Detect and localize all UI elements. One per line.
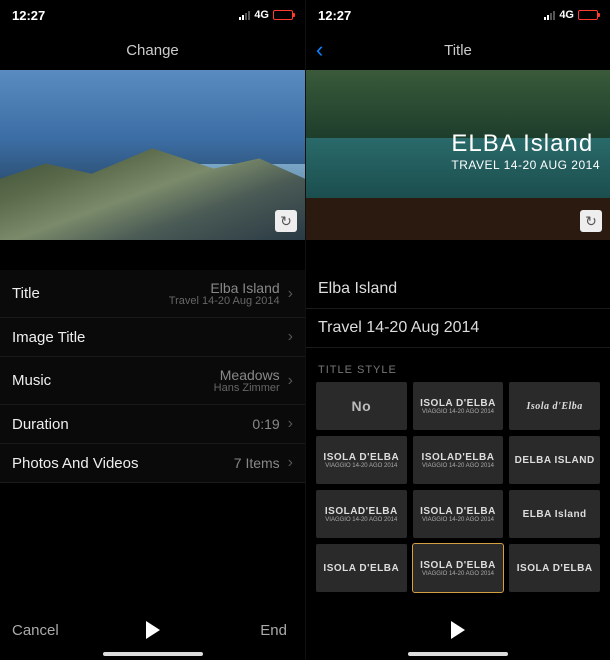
network-label: 4G: [559, 9, 574, 21]
title-input[interactable]: Elba Island: [306, 270, 610, 309]
title-style-tile[interactable]: No: [316, 382, 407, 430]
title-style-tile[interactable]: ISOLA D'ELBAVIAGGIO 14-20 AGO 2014: [413, 544, 504, 592]
overlay-subtitle-text: TRAVEL 14-20 AUG 2014: [451, 158, 600, 172]
style-tile-subtitle: VIAGGIO 14-20 AGO 2014: [422, 517, 494, 523]
chevron-right-icon: ›: [288, 328, 293, 346]
end-button[interactable]: End: [260, 622, 287, 639]
style-tile-title: ISOLA D'ELBA: [323, 452, 399, 463]
section-title-style: TITLE STYLE: [306, 348, 610, 382]
status-time: 12:27: [12, 8, 45, 23]
nav-bar: Change: [0, 30, 305, 70]
style-tile-subtitle: VIAGGIO 14-20 AGO 2014: [422, 409, 494, 415]
battery-icon: [578, 10, 598, 20]
chevron-right-icon: ›: [288, 285, 293, 303]
row-value: 7 Items: [234, 455, 280, 471]
style-tile-subtitle: VIAGGIO 14-20 AGO 2014: [422, 571, 494, 577]
right-pane: 12:27 4G ‹ Title ELBA Island TRAVEL 14-2…: [305, 0, 610, 660]
style-tile-title: ISOLA D'ELBA: [420, 560, 496, 571]
chevron-right-icon: ›: [288, 415, 293, 433]
title-style-tile[interactable]: DELBA ISLAND: [509, 436, 600, 484]
row-value: Meadows Hans Zimmer: [214, 367, 280, 394]
preview-image[interactable]: ELBA Island TRAVEL 14-20 AUG 2014 ↻: [306, 70, 610, 240]
play-icon[interactable]: [451, 621, 465, 639]
rotate-icon[interactable]: ↻: [275, 210, 297, 232]
title-style-tile[interactable]: ELBA Island: [509, 490, 600, 538]
style-tile-title: DELBA ISLAND: [515, 455, 595, 466]
bottom-bar: [306, 600, 610, 660]
status-bar: 12:27 4G: [0, 0, 305, 30]
status-bar: 12:27 4G: [306, 0, 610, 30]
title-style-tile[interactable]: Isola d'Elba: [509, 382, 600, 430]
style-tile-subtitle: VIAGGIO 14-20 AGO 2014: [422, 463, 494, 469]
title-style-tile[interactable]: ISOLAD'ELBAVIAGGIO 14-20 AGO 2014: [316, 490, 407, 538]
style-tile-title: ISOLAD'ELBA: [325, 506, 398, 517]
nav-bar: ‹ Title: [306, 30, 610, 70]
home-indicator[interactable]: [103, 652, 203, 656]
title-style-tile[interactable]: ISOLA D'ELBAVIAGGIO 14-20 AGO 2014: [413, 490, 504, 538]
row-label: Photos And Videos: [12, 455, 139, 472]
row-duration[interactable]: Duration 0:19 ›: [0, 405, 305, 444]
status-time: 12:27: [318, 8, 351, 23]
style-tile-title: ISOLAD'ELBA: [422, 452, 495, 463]
style-tile-title: ISOLA D'ELBA: [420, 506, 496, 517]
home-indicator[interactable]: [408, 652, 508, 656]
bottom-bar: Cancel End: [0, 600, 305, 660]
rotate-icon[interactable]: ↻: [580, 210, 602, 232]
row-value: 0:19: [252, 416, 279, 432]
style-tile-title: ISOLA D'ELBA: [323, 563, 399, 574]
title-style-tile[interactable]: ISOLA D'ELBAVIAGGIO 14-20 AGO 2014: [413, 382, 504, 430]
style-tile-subtitle: VIAGGIO 14-20 AGO 2014: [325, 463, 397, 469]
status-right: 4G: [239, 9, 293, 21]
battery-icon: [273, 10, 293, 20]
left-pane: 12:27 4G Change ↻ Title Elba Island Trav…: [0, 0, 305, 660]
row-photos-videos[interactable]: Photos And Videos 7 Items ›: [0, 444, 305, 483]
style-tile-subtitle: VIAGGIO 14-20 AGO 2014: [325, 517, 397, 523]
title-style-tile[interactable]: ISOLAD'ELBAVIAGGIO 14-20 AGO 2014: [413, 436, 504, 484]
nav-title: Title: [444, 42, 472, 59]
row-value: Elba Island Travel 14-20 Aug 2014: [169, 280, 280, 307]
row-label: Music: [12, 372, 51, 389]
cancel-button[interactable]: Cancel: [12, 622, 59, 639]
overlay-title-text: ELBA Island: [451, 130, 600, 158]
style-tile-title: ELBA Island: [523, 509, 587, 520]
row-title[interactable]: Title Elba Island Travel 14-20 Aug 2014 …: [0, 270, 305, 318]
settings-list: Title Elba Island Travel 14-20 Aug 2014 …: [0, 270, 305, 483]
status-right: 4G: [544, 9, 598, 21]
back-button[interactable]: ‹: [316, 37, 323, 63]
preview-image[interactable]: ↻: [0, 70, 305, 240]
row-label: Title: [12, 285, 40, 302]
style-tile-title: No: [351, 398, 371, 414]
style-tile-title: ISOLA D'ELBA: [420, 398, 496, 409]
title-overlay: ELBA Island TRAVEL 14-20 AUG 2014: [451, 130, 600, 172]
play-icon[interactable]: [146, 621, 160, 639]
style-tile-title: Isola d'Elba: [527, 401, 583, 412]
row-music[interactable]: Music Meadows Hans Zimmer ›: [0, 357, 305, 405]
signal-icon: [544, 11, 555, 20]
title-style-tile[interactable]: ISOLA D'ELBA: [316, 544, 407, 592]
chevron-right-icon: ›: [288, 454, 293, 472]
row-label: Image Title: [12, 329, 85, 346]
title-style-tile[interactable]: ISOLA D'ELBA: [509, 544, 600, 592]
network-label: 4G: [254, 9, 269, 21]
style-tile-title: ISOLA D'ELBA: [517, 563, 593, 574]
row-label: Duration: [12, 416, 69, 433]
title-style-tile[interactable]: ISOLA D'ELBAVIAGGIO 14-20 AGO 2014: [316, 436, 407, 484]
signal-icon: [239, 11, 250, 20]
row-image-title[interactable]: Image Title ›: [0, 318, 305, 357]
chevron-right-icon: ›: [288, 372, 293, 390]
nav-title: Change: [126, 42, 179, 59]
subtitle-input[interactable]: Travel 14-20 Aug 2014: [306, 309, 610, 348]
title-style-grid: NoISOLA D'ELBAVIAGGIO 14-20 AGO 2014Isol…: [306, 382, 610, 602]
